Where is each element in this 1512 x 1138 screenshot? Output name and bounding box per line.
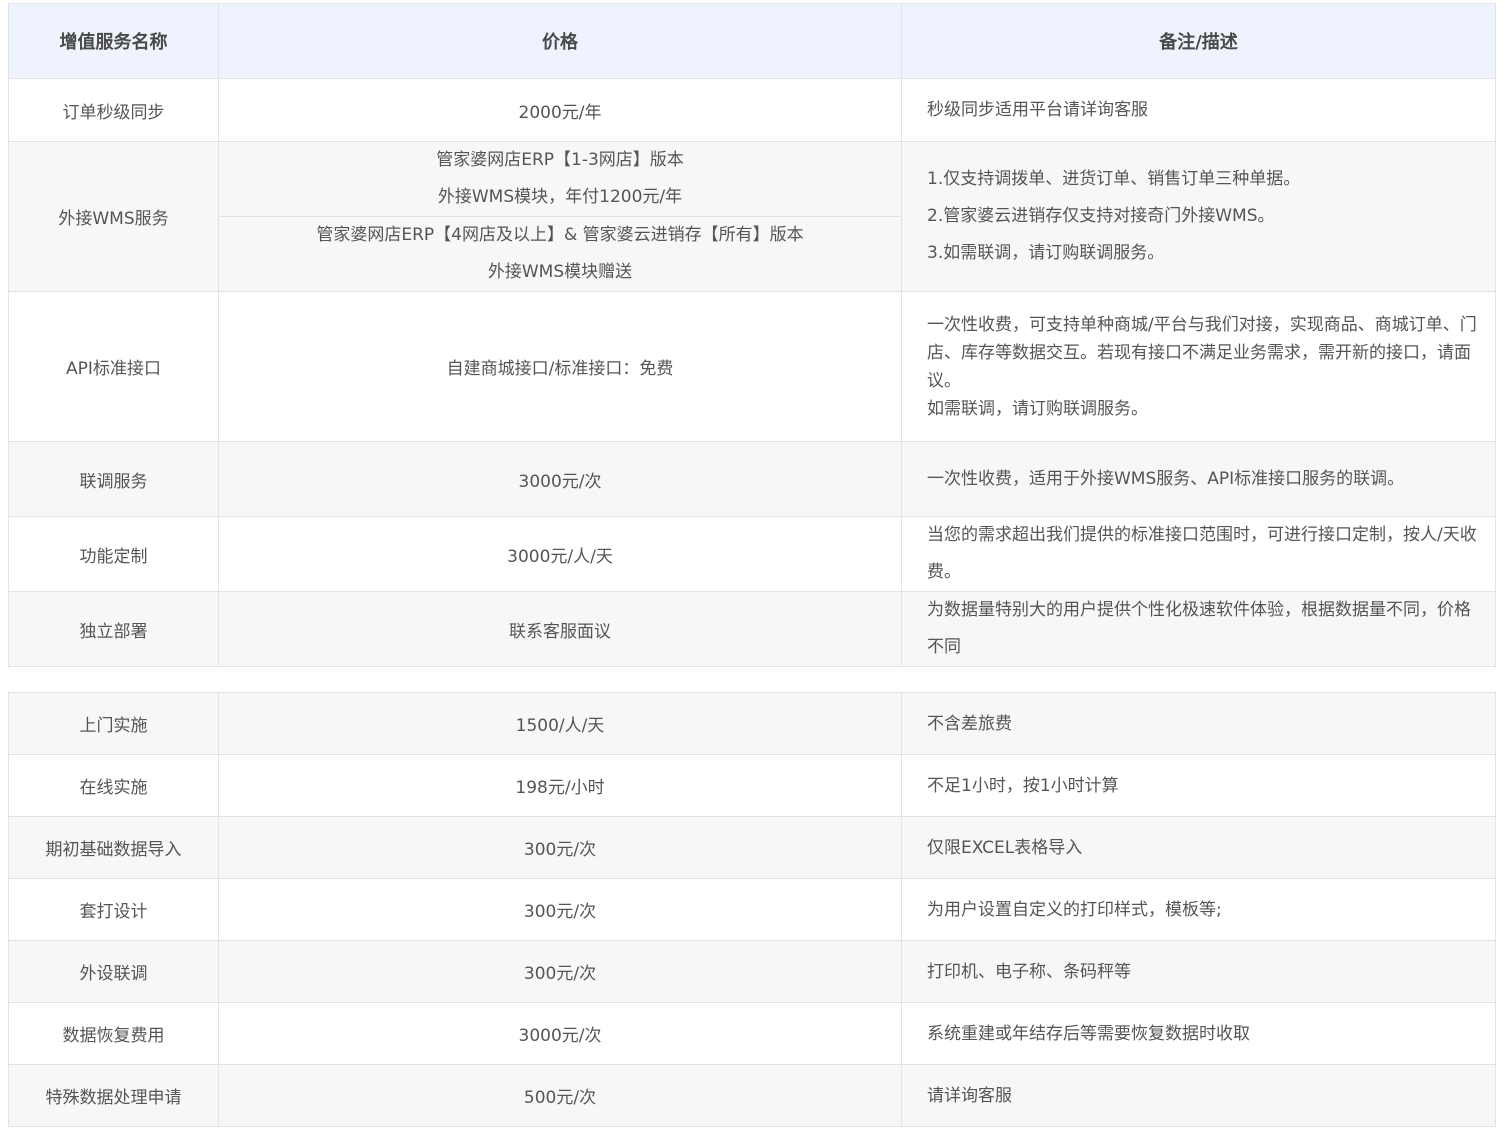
price-option-a-line1: 管家婆网店ERP【1-3网店】版本 — [436, 150, 684, 170]
service-name: 在线实施 — [8, 754, 219, 817]
table-row: 功能定制 3000元/人/天 当您的需求超出我们提供的标准接口范围时，可进行接口… — [8, 516, 1496, 592]
table-row: API标准接口 自建商城接口/标准接口：免费 一次性收费，可支持单种商城/平台与… — [8, 291, 1496, 442]
service-price: 自建商城接口/标准接口：免费 — [218, 291, 902, 442]
header-name: 增值服务名称 — [8, 3, 219, 79]
service-price: 1500/人/天 — [218, 692, 902, 755]
table-row: 联调服务 3000元/次 一次性收费，适用于外接WMS服务、API标准接口服务的… — [8, 441, 1496, 517]
service-desc: 一次性收费，可支持单种商城/平台与我们对接，实现商品、商城订单、门店、库存等数据… — [901, 291, 1496, 442]
desc-paragraph: 一次性收费，可支持单种商城/平台与我们对接，实现商品、商城订单、门店、库存等数据… — [927, 314, 1477, 391]
service-name: 功能定制 — [8, 516, 219, 592]
service-name: 套打设计 — [8, 878, 219, 941]
service-desc: 为数据量特别大的用户提供个性化极速软件体验，根据数据量不同，价格不同 — [901, 591, 1496, 667]
service-price: 500元/次 — [218, 1064, 902, 1127]
price-option-b-line1: 管家婆网店ERP【4网店及以上】& 管家婆云进销存【所有】版本 — [316, 225, 804, 245]
price-option-b-line2: 外接WMS模块赠送 — [487, 262, 633, 282]
service-desc: 秒级同步适用平台请详询客服 — [901, 78, 1496, 142]
table-row: 外设联调 300元/次 打印机、电子称、条码秤等 — [8, 940, 1496, 1003]
service-name: 订单秒级同步 — [8, 78, 219, 142]
table-row: 外接WMS服务 管家婆网店ERP【1-3网店】版本 外接WMS模块，年付1200… — [8, 141, 1496, 292]
table-header-row: 增值服务名称 价格 备注/描述 — [8, 3, 1496, 79]
table-row: 数据恢复费用 3000元/次 系统重建或年结存后等需要恢复数据时收取 — [8, 1002, 1496, 1065]
service-name: 联调服务 — [8, 441, 219, 517]
table-row: 期初基础数据导入 300元/次 仅限EXCEL表格导入 — [8, 816, 1496, 879]
table-row: 套打设计 300元/次 为用户设置自定义的打印样式，模板等; — [8, 878, 1496, 941]
service-price-cell: 管家婆网店ERP【1-3网店】版本 外接WMS模块，年付1200元/年 管家婆网… — [218, 141, 902, 292]
service-price: 198元/小时 — [218, 754, 902, 817]
table-row: 独立部署 联系客服面议 为数据量特别大的用户提供个性化极速软件体验，根据数据量不… — [8, 591, 1496, 667]
service-name: 数据恢复费用 — [8, 1002, 219, 1065]
service-price: 联系客服面议 — [218, 591, 902, 667]
table-row: 订单秒级同步 2000元/年 秒级同步适用平台请详询客服 — [8, 78, 1496, 142]
service-price: 300元/次 — [218, 816, 902, 879]
table-row: 在线实施 198元/小时 不足1小时，按1小时计算 — [8, 754, 1496, 817]
service-desc: 1.仅支持调拨单、进货订单、销售订单三种单据。 2.管家婆云进销存仅支持对接奇门… — [901, 141, 1496, 292]
price-subtable: 管家婆网店ERP【1-3网店】版本 外接WMS模块，年付1200元/年 管家婆网… — [219, 142, 901, 291]
services-table: 增值服务名称 价格 备注/描述 订单秒级同步 2000元/年 秒级同步适用平台请… — [8, 3, 1496, 667]
header-price: 价格 — [218, 3, 902, 79]
service-name: 上门实施 — [8, 692, 219, 755]
service-name: 外接WMS服务 — [8, 141, 219, 292]
desc-paragraph: 如需联调，请订购联调服务。 — [927, 398, 1148, 419]
table-row: 上门实施 1500/人/天 不含差旅费 — [8, 692, 1496, 755]
service-name: 期初基础数据导入 — [8, 816, 219, 879]
desc-item: 2.管家婆云进销存仅支持对接奇门外接WMS。 — [927, 206, 1275, 226]
service-desc: 当您的需求超出我们提供的标准接口范围时，可进行接口定制，按人/天收费。 — [901, 516, 1496, 592]
desc-item: 1.仅支持调拨单、进货订单、销售订单三种单据。 — [927, 169, 1301, 189]
service-desc: 为用户设置自定义的打印样式，模板等; — [901, 878, 1496, 941]
service-name: 外设联调 — [8, 940, 219, 1003]
service-desc: 系统重建或年结存后等需要恢复数据时收取 — [901, 1002, 1496, 1065]
service-desc: 一次性收费，适用于外接WMS服务、API标准接口服务的联调。 — [901, 441, 1496, 517]
service-name: 独立部署 — [8, 591, 219, 667]
service-desc: 不含差旅费 — [901, 692, 1496, 755]
service-price: 3000元/次 — [218, 441, 902, 517]
service-desc: 打印机、电子称、条码秤等 — [901, 940, 1496, 1003]
service-name: 特殊数据处理申请 — [8, 1064, 219, 1127]
service-desc: 不足1小时，按1小时计算 — [901, 754, 1496, 817]
service-price: 3000元/次 — [218, 1002, 902, 1065]
service-price: 3000元/人/天 — [218, 516, 902, 592]
service-name: API标准接口 — [8, 291, 219, 442]
desc-item: 3.如需联调，请订购联调服务。 — [927, 243, 1165, 263]
service-desc: 仅限EXCEL表格导入 — [901, 816, 1496, 879]
service-price: 2000元/年 — [218, 78, 902, 142]
table-row: 特殊数据处理申请 500元/次 请详询客服 — [8, 1064, 1496, 1127]
service-desc: 请详询客服 — [901, 1064, 1496, 1127]
service-price: 300元/次 — [218, 878, 902, 941]
service-price: 300元/次 — [218, 940, 902, 1003]
price-option-b: 管家婆网店ERP【4网店及以上】& 管家婆云进销存【所有】版本 外接WMS模块赠… — [219, 216, 901, 291]
implementation-table: 上门实施 1500/人/天 不含差旅费 在线实施 198元/小时 不足1小时，按1小时计算… — [8, 692, 1496, 1127]
header-desc: 备注/描述 — [901, 3, 1496, 79]
price-option-a-line2: 外接WMS模块，年付1200元/年 — [437, 187, 683, 207]
price-option-a: 管家婆网店ERP【1-3网店】版本 外接WMS模块，年付1200元/年 — [219, 142, 901, 217]
